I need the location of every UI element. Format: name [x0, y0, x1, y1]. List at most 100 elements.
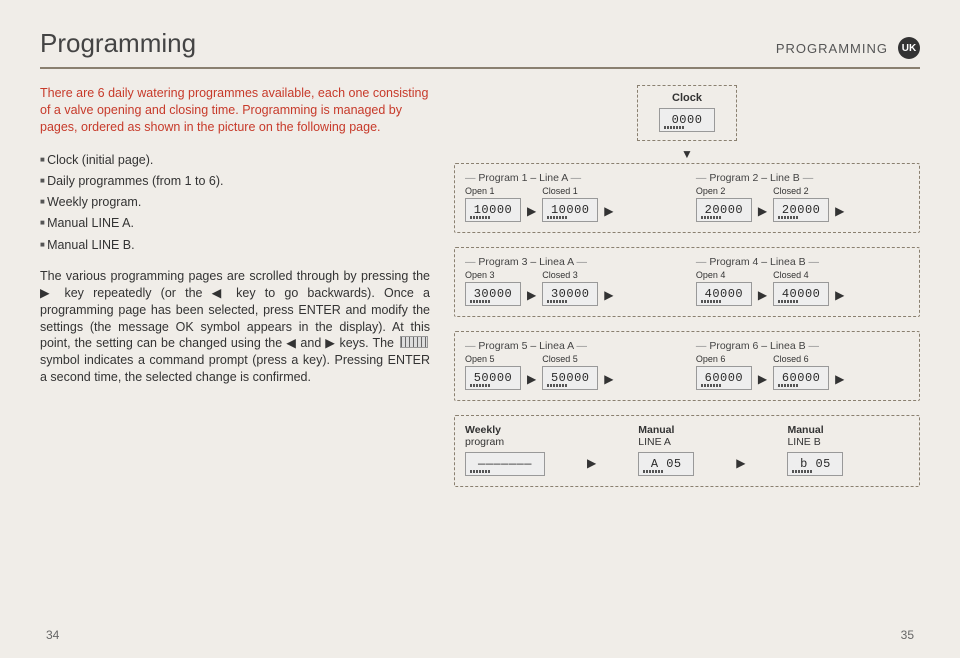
clock-label: Clock [656, 92, 718, 104]
closed-cell: Closed 3 30000 [542, 270, 598, 306]
weekly-lcd: ——————— [465, 452, 545, 476]
arrow-right-icon: ▶ [527, 204, 536, 218]
closed-lcd: 30000 [542, 282, 598, 306]
manual-a-group: Manual LINE A A 05 [638, 424, 694, 476]
arrow-right-icon: ▶ [758, 204, 767, 218]
bullet-item: Manual LINE B. [40, 235, 430, 256]
header-right: PROGRAMMING UK [776, 37, 920, 59]
body-text: The various programming pages are scroll… [40, 268, 430, 386]
program-title: Program 2 – Line B [696, 172, 909, 184]
weekly-title-2: program [465, 436, 545, 448]
manual-b-group: Manual LINE B b 05 [787, 424, 843, 476]
open-cell: Open 4 40000 [696, 270, 752, 306]
closed-cell: Closed 1 10000 [542, 186, 598, 222]
closed-lcd: 40000 [773, 282, 829, 306]
closed-label: Closed 3 [542, 270, 578, 280]
arrow-right-icon: ▶ [758, 288, 767, 302]
open-lcd: 60000 [696, 366, 752, 390]
manual-b-title-1: Manual [787, 424, 843, 436]
program-title: Program 6 – Linea B [696, 340, 909, 352]
closed-label: Closed 5 [542, 354, 578, 364]
weekly-title-1: Weekly [465, 424, 545, 436]
page-number-right: 35 [901, 628, 914, 642]
arrow-right-icon: ▶ [604, 372, 613, 386]
body-part-2: symbol indicates a command prompt (press… [40, 353, 430, 384]
program-title: Program 5 – Linea A [465, 340, 678, 352]
open-label: Open 3 [465, 270, 495, 280]
program-title: Program 1 – Line A [465, 172, 678, 184]
arrow-right-icon: ▶ [587, 456, 596, 470]
intro-text: There are 6 daily watering programmes av… [40, 85, 430, 136]
page-number-left: 34 [46, 628, 59, 642]
program-row-box: Program 1 – Line A Open 1 10000 ▶ Closed… [454, 163, 920, 233]
open-label: Open 2 [696, 186, 726, 196]
open-cell: Open 2 20000 [696, 186, 752, 222]
page-title: Programming [40, 28, 196, 59]
arrow-right-icon: ▶ [758, 372, 767, 386]
program-title: Program 4 – Linea B [696, 256, 909, 268]
open-label: Open 4 [696, 270, 726, 280]
program-row-box: Program 5 – Linea A Open 5 50000 ▶ Close… [454, 331, 920, 401]
program-group: Program 1 – Line A Open 1 10000 ▶ Closed… [465, 172, 678, 222]
arrow-down-icon: ▼ [454, 147, 920, 161]
prompt-symbol-icon [400, 336, 428, 348]
open-lcd: 20000 [696, 198, 752, 222]
program-group: Program 6 – Linea B Open 6 60000 ▶ Close… [696, 340, 909, 390]
clock-box: Clock 0000 [637, 85, 737, 141]
manual-b-title-2: LINE B [787, 436, 843, 448]
body-part-1: The various programming pages are scroll… [40, 269, 430, 351]
weekly-program-group: Weekly program ——————— [465, 424, 545, 476]
manual-a-title-2: LINE A [638, 436, 694, 448]
closed-label: Closed 4 [773, 270, 809, 280]
arrow-right-icon: ▶ [604, 288, 613, 302]
closed-cell: Closed 2 20000 [773, 186, 829, 222]
closed-lcd: 50000 [542, 366, 598, 390]
weekly-box: Weekly program ——————— ▶ Manual LINE A A… [454, 415, 920, 487]
open-lcd: 10000 [465, 198, 521, 222]
arrow-right-icon: ▶ [527, 372, 536, 386]
clock-lcd: 0000 [659, 108, 715, 132]
arrow-right-icon: ▶ [736, 456, 745, 470]
closed-lcd: 10000 [542, 198, 598, 222]
open-cell: Open 5 50000 [465, 354, 521, 390]
right-column: Clock 0000 ▼ Program 1 – Line A Open 1 1… [454, 85, 920, 501]
bullet-list: Clock (initial page). Daily programmes (… [40, 150, 430, 256]
bullet-item: Weekly program. [40, 192, 430, 213]
uk-badge-icon: UK [898, 37, 920, 59]
open-cell: Open 3 30000 [465, 270, 521, 306]
header-subtitle: PROGRAMMING [776, 41, 888, 56]
arrow-right-icon: ▶ [835, 288, 844, 302]
page-header: Programming PROGRAMMING UK [40, 28, 920, 69]
program-group: Program 3 – Linea A Open 3 30000 ▶ Close… [465, 256, 678, 306]
closed-cell: Closed 4 40000 [773, 270, 829, 306]
bullet-item: Manual LINE A. [40, 213, 430, 234]
open-lcd: 30000 [465, 282, 521, 306]
bullet-item: Clock (initial page). [40, 150, 430, 171]
closed-lcd: 20000 [773, 198, 829, 222]
open-cell: Open 6 60000 [696, 354, 752, 390]
open-label: Open 5 [465, 354, 495, 364]
manual-a-title-1: Manual [638, 424, 694, 436]
arrow-right-icon: ▶ [604, 204, 613, 218]
program-row-box: Program 3 – Linea A Open 3 30000 ▶ Close… [454, 247, 920, 317]
closed-label: Closed 2 [773, 186, 809, 196]
closed-lcd: 60000 [773, 366, 829, 390]
closed-cell: Closed 5 50000 [542, 354, 598, 390]
arrow-right-icon: ▶ [835, 372, 844, 386]
program-group: Program 5 – Linea A Open 5 50000 ▶ Close… [465, 340, 678, 390]
closed-label: Closed 1 [542, 186, 578, 196]
open-lcd: 50000 [465, 366, 521, 390]
open-lcd: 40000 [696, 282, 752, 306]
left-column: There are 6 daily watering programmes av… [40, 85, 430, 501]
closed-label: Closed 6 [773, 354, 809, 364]
arrow-right-icon: ▶ [835, 204, 844, 218]
program-title: Program 3 – Linea A [465, 256, 678, 268]
open-cell: Open 1 10000 [465, 186, 521, 222]
closed-cell: Closed 6 60000 [773, 354, 829, 390]
open-label: Open 1 [465, 186, 495, 196]
manual-a-lcd: A 05 [638, 452, 694, 476]
program-group: Program 2 – Line B Open 2 20000 ▶ Closed… [696, 172, 909, 222]
bullet-item: Daily programmes (from 1 to 6). [40, 171, 430, 192]
arrow-right-icon: ▶ [527, 288, 536, 302]
manual-b-lcd: b 05 [787, 452, 843, 476]
